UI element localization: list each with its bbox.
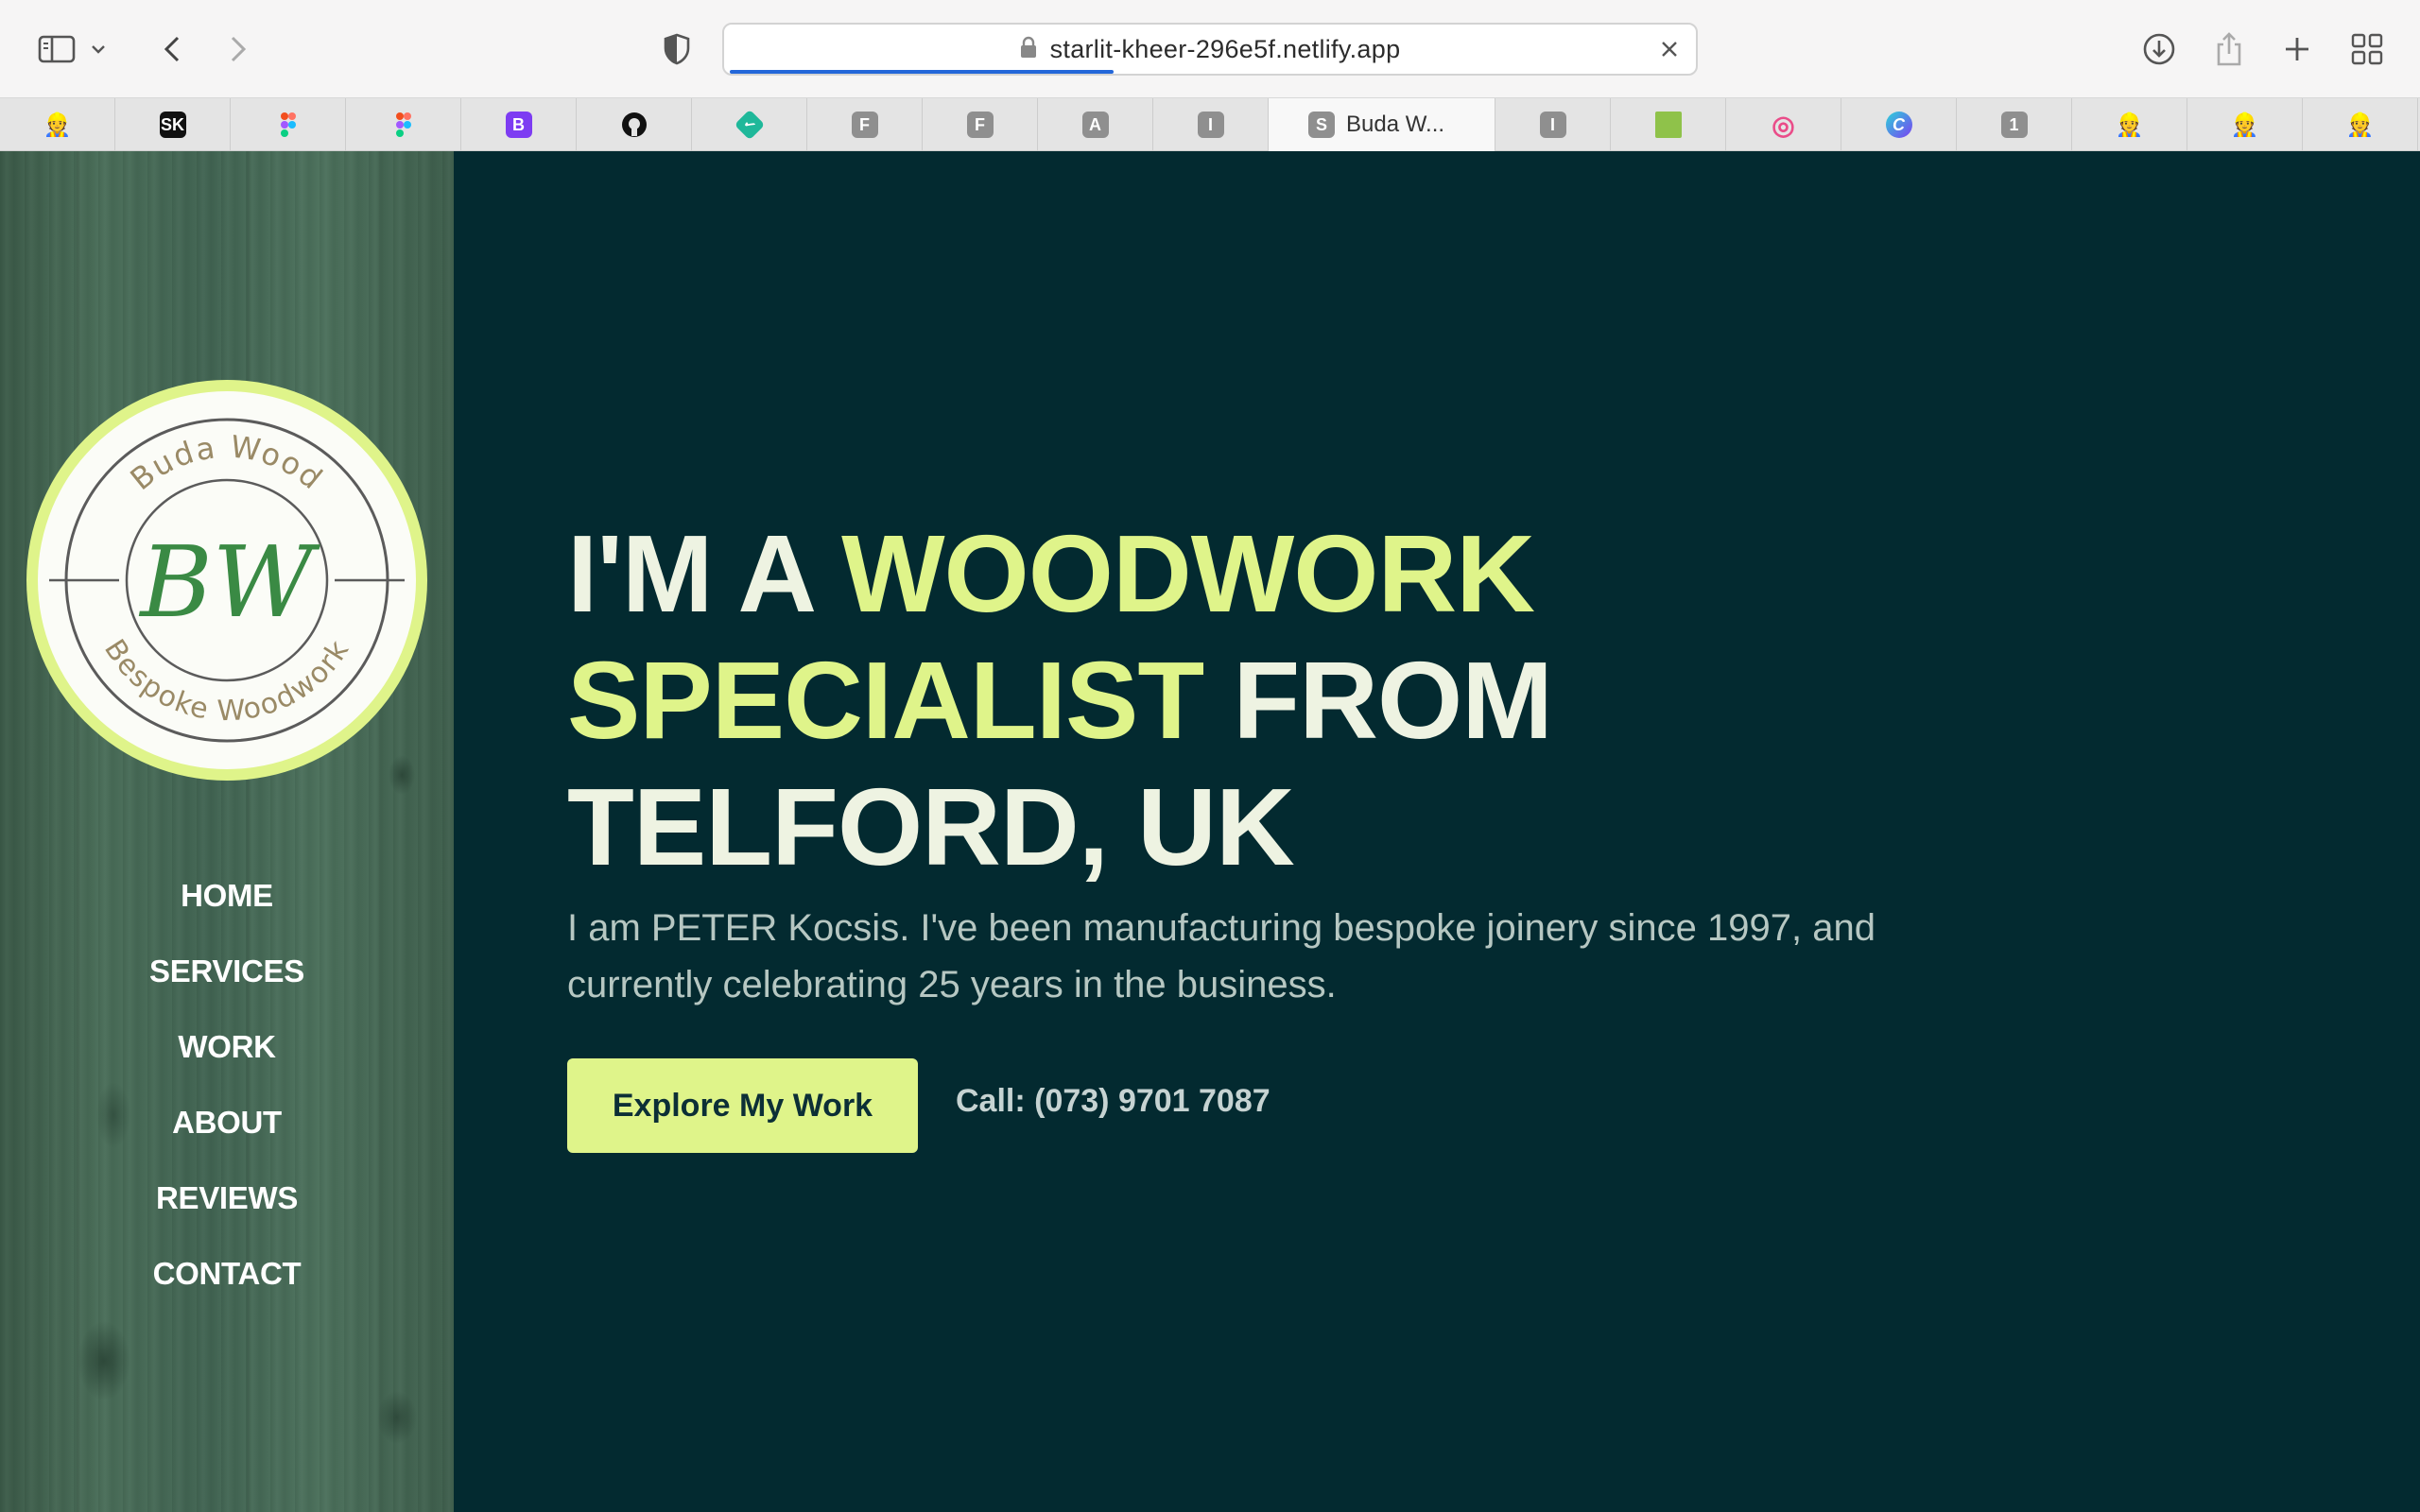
hardhat-emoji: 👷 <box>43 112 72 138</box>
browser-tab[interactable]: 👷 <box>2072 98 2187 151</box>
nav-item-services[interactable]: SERVICES <box>0 934 454 1009</box>
sk-icon: SK <box>159 112 186 138</box>
explore-my-work-button[interactable]: Explore My Work <box>567 1058 918 1153</box>
figma-icon <box>390 112 417 138</box>
tab-title: Buda W... <box>1346 112 1445 137</box>
hardhat-emoji: 👷 <box>2115 112 2144 138</box>
browser-tab[interactable]: 👷 <box>2303 98 2418 151</box>
nav-item-work[interactable]: WORK <box>0 1009 454 1085</box>
back-arrow-icon[interactable] <box>144 21 200 77</box>
letter-i-icon: I <box>1539 112 1566 138</box>
hardhat-emoji: 👷 <box>2345 112 2375 138</box>
browser-tab[interactable]: I <box>1153 98 1269 151</box>
forward-arrow-icon[interactable] <box>210 21 267 77</box>
hardhat-emoji: 👷 <box>2230 112 2259 138</box>
url-text: starlit-kheer-296e5f.netlify.app <box>1049 34 1401 63</box>
web-page: Buda Wood Bespoke Woodwork BW HOME SERVIC… <box>0 151 2420 1512</box>
github-icon <box>621 112 648 138</box>
headline-part-2: FROM <box>1203 639 1552 762</box>
browser-tab[interactable]: I <box>1495 98 1611 151</box>
browser-tab[interactable]: S Buda W... <box>1269 98 1495 151</box>
browser-tab[interactable]: ◎ <box>1726 98 1841 151</box>
call-phone-link[interactable]: Call: (073) 9701 7087 <box>956 1083 1270 1120</box>
new-tab-plus-icon[interactable] <box>2269 21 2325 77</box>
browser-tab[interactable]: F <box>923 98 1038 151</box>
sidebar-toggle-icon[interactable] <box>28 21 85 77</box>
hero-intro: I am PETER Kocsis. I've been manufacturi… <box>567 907 1876 1005</box>
headline-highlight-2: SPECIALIST <box>567 639 1204 762</box>
dribbble-icon: ◎ <box>1772 110 1795 140</box>
letter-a-icon: A <box>1081 112 1109 138</box>
logo-monogram: BW <box>138 524 320 640</box>
page-load-progress <box>730 70 1114 74</box>
bootstrap-icon: B <box>505 112 532 138</box>
downloads-icon[interactable] <box>2131 21 2187 77</box>
close-icon[interactable] <box>1654 34 1685 64</box>
hero-headline: I'M A WOODWORK SPECIALIST FROM TELFORD, … <box>567 510 1796 890</box>
browser-tab[interactable]: C <box>1841 98 1957 151</box>
headline-part-1: I'M A <box>567 512 842 635</box>
tab-bar: 👷 SK B ✓ F F A I S Buda W... I ◎ C 1 👷 👷 👷 <box>0 98 2420 151</box>
browser-tab[interactable]: B <box>461 98 577 151</box>
letter-s-icon: S <box>1308 112 1335 138</box>
browser-tab[interactable]: A <box>1038 98 1153 151</box>
browser-tab[interactable]: 1 <box>1957 98 2072 151</box>
letter-i-icon: I <box>1197 112 1224 138</box>
nav-item-contact[interactable]: CONTACT <box>0 1236 454 1312</box>
share-icon[interactable] <box>2201 21 2257 77</box>
nav-item-reviews[interactable]: REVIEWS <box>0 1160 454 1236</box>
green-site-icon <box>1654 112 1682 138</box>
browser-tab[interactable]: SK <box>115 98 231 151</box>
checkmark-diamond-icon: ✓ <box>734 109 765 141</box>
headline-highlight-1: WOODWORK <box>841 512 1535 635</box>
browser-tab[interactable] <box>346 98 461 151</box>
browser-tab[interactable]: 👷 <box>2187 98 2303 151</box>
lock-icon <box>1020 36 1037 63</box>
number-1-icon: 1 <box>2000 112 2028 138</box>
nav-item-home[interactable]: HOME <box>0 858 454 934</box>
letter-f-icon: F <box>851 112 878 138</box>
main-nav: HOME SERVICES WORK ABOUT REVIEWS CONTACT <box>0 858 454 1312</box>
browser-tab[interactable] <box>577 98 692 151</box>
browser-tab[interactable]: 👷 <box>0 98 115 151</box>
browser-toolbar: starlit-kheer-296e5f.netlify.app <box>0 0 2420 98</box>
buda-wood-logo[interactable]: Buda Wood Bespoke Woodwork BW <box>21 374 433 786</box>
sidebar: Buda Wood Bespoke Woodwork BW HOME SERVIC… <box>0 151 454 1512</box>
address-bar[interactable]: starlit-kheer-296e5f.netlify.app <box>722 23 1698 76</box>
browser-tab[interactable]: F <box>807 98 923 151</box>
browser-tab[interactable]: ✓ <box>692 98 807 151</box>
letter-f-icon: F <box>966 112 994 138</box>
chevron-down-icon[interactable] <box>79 21 117 77</box>
hero-section: I'M A WOODWORK SPECIALIST FROM TELFORD, … <box>454 151 2420 1512</box>
browser-tab[interactable] <box>1611 98 1726 151</box>
nav-item-about[interactable]: ABOUT <box>0 1085 454 1160</box>
headline-part-3: TELFORD, UK <box>567 765 1295 888</box>
tab-overview-icon[interactable] <box>2339 21 2395 77</box>
figma-icon <box>275 112 302 138</box>
privacy-shield-icon[interactable] <box>648 21 705 77</box>
canva-icon: C <box>1885 112 1912 138</box>
browser-tab[interactable] <box>231 98 346 151</box>
